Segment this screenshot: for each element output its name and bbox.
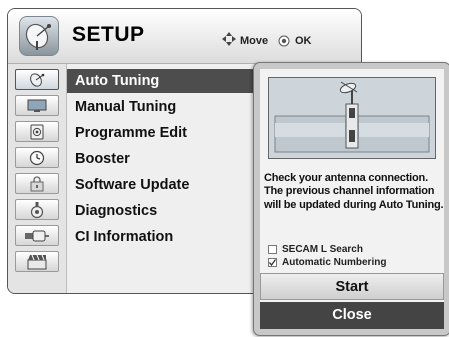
close-button[interactable]: Close (260, 302, 444, 329)
option-secam-l-search[interactable]: SECAM L Search (268, 244, 363, 255)
monitor-icon[interactable] (15, 95, 59, 116)
usb-icon[interactable] (15, 225, 59, 246)
lock-icon[interactable] (15, 173, 59, 194)
start-button[interactable]: Start (260, 273, 444, 300)
menu-item-programme-edit[interactable]: Programme Edit (75, 121, 187, 145)
move-arrows-icon (221, 31, 237, 52)
menu-item-booster[interactable]: Booster (75, 147, 130, 171)
film-icon[interactable] (15, 251, 59, 272)
menu-item-ci-information[interactable]: CI Information (75, 225, 173, 249)
setup-header: SETUP Move OK (8, 9, 361, 64)
secam-l-search-checkbox[interactable] (268, 245, 277, 254)
hint-ok-label: OK (295, 35, 312, 47)
secam-l-search-label: SECAM L Search (282, 244, 363, 255)
input-icon[interactable] (15, 199, 59, 220)
automatic-numbering-label: Automatic Numbering (282, 257, 387, 268)
ok-button-icon (278, 34, 290, 52)
automatic-numbering-checkbox[interactable] (268, 258, 277, 267)
category-icon-column (8, 64, 67, 293)
hint-move-label: Move (240, 35, 269, 47)
dialog-body: Check your antenna connection. The previ… (260, 69, 444, 329)
option-automatic-numbering[interactable]: Automatic Numbering (268, 257, 386, 268)
satellite-dish-icon (19, 16, 59, 56)
clock-icon[interactable] (15, 147, 59, 168)
satellite-dish-icon[interactable] (15, 69, 59, 90)
speaker-icon[interactable] (15, 121, 59, 142)
menu-item-manual-tuning[interactable]: Manual Tuning (75, 95, 176, 119)
page-title: SETUP (72, 23, 145, 46)
menu-item-diagnostics[interactable]: Diagnostics (75, 199, 157, 223)
antenna-connection-illustration (268, 77, 436, 159)
menu-item-software-update[interactable]: Software Update (75, 173, 189, 197)
antenna-message: Check your antenna connection. The previ… (264, 172, 444, 211)
auto-tuning-dialog: Check your antenna connection. The previ… (253, 62, 449, 336)
